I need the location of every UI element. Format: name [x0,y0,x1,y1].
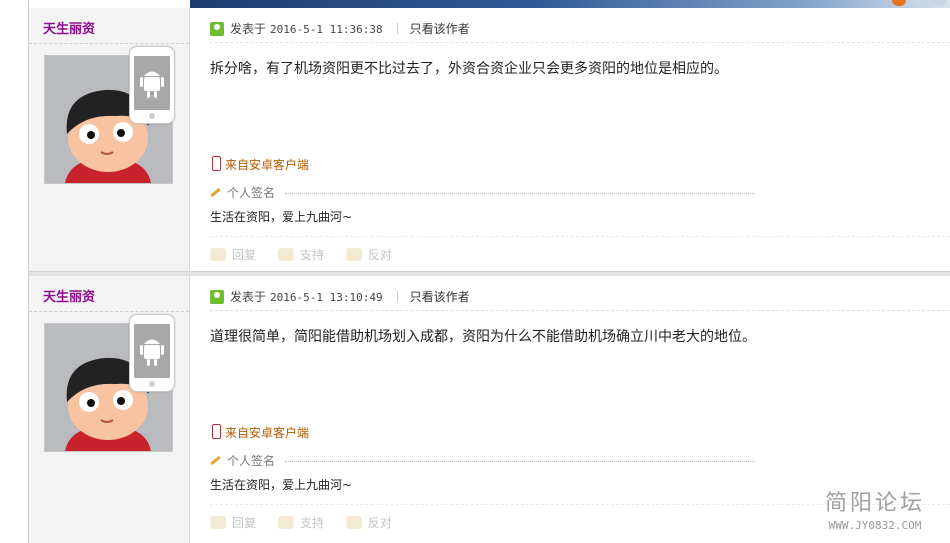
post-author-sidebar: 天生丽资 [29,8,190,272]
device-source-link[interactable]: 来自安卓客户端 [212,156,309,173]
signature-text: 生活在资阳，爱上九曲河~ [210,478,353,492]
watermark-title: 简阳论坛 [824,491,925,516]
thumbs-down-icon [345,248,362,261]
signature-divider [285,461,755,462]
signature-header: 个人签名 [210,184,275,201]
post-time: 2016-5-1 11:36:38 [270,23,383,36]
support-button[interactable]: 支持 [277,246,324,263]
reply-icon [210,248,226,261]
oppose-button[interactable]: 反对 [345,246,392,263]
android-icon [140,71,164,98]
device-label: 来自安卓客户端 [225,158,310,172]
post-message: 道理很简单，简阳能借助机场划入成都，资阳为什么不能借助机场确立川中老大的地位。 [210,329,756,345]
thumbs-up-icon [277,248,294,261]
pencil-icon [210,187,221,198]
support-label: 支持 [299,516,324,530]
page-margin [0,0,28,543]
view-author-only-link[interactable]: 只看该作者 [410,290,470,304]
meta-divider-line [210,310,950,311]
android-badge [129,314,175,392]
meta-divider [396,291,398,302]
signature-header: 个人签名 [210,452,275,469]
meta-divider-line [210,42,950,43]
oppose-label: 反对 [367,248,392,262]
reply-button[interactable]: 回复 [210,514,256,531]
online-status-icon [210,22,224,36]
support-button[interactable]: 支持 [277,514,324,531]
signature-label: 个人签名 [227,454,276,468]
oppose-button[interactable]: 反对 [345,514,392,531]
watermark-url: WWW.JY0832.COM [828,519,922,532]
post-1: 天生丽资 发表于 2016-5-1 11:36:38 只看该作者 拆分啥，有了机… [29,8,950,272]
android-badge [129,46,175,124]
site-watermark: 简阳论坛 WWW.JY0832.COM [810,485,940,532]
support-label: 支持 [299,248,324,262]
online-status-icon [210,290,224,304]
reply-label: 回复 [232,516,257,530]
footer-divider [210,236,950,237]
post-actions: 回复 支持 反对 [210,246,410,263]
mobile-phone-icon [212,156,221,171]
pencil-icon [210,455,221,466]
post-actions: 回复 支持 反对 [210,514,410,531]
view-author-only-link[interactable]: 只看该作者 [410,22,470,36]
signature-text: 生活在资阳，爱上九曲河~ [210,210,353,224]
posted-label: 发表于 [230,290,267,304]
post-content: 发表于 2016-5-1 11:36:38 只看该作者 拆分啥，有了机场资阳更不比过… [190,8,950,272]
oppose-label: 反对 [367,516,392,530]
top-icons [880,0,950,8]
reply-label: 回复 [232,248,257,262]
author-username[interactable]: 天生丽资 [43,18,95,37]
post-time: 2016-5-1 13:10:49 [270,291,383,304]
post-author-sidebar: 天生丽资 [29,276,190,543]
post-message: 拆分啥，有了机场资阳更不比过去了，外资合资企业只会更多资阳的地位是相应的。 [210,61,728,77]
reply-button[interactable]: 回复 [210,246,256,263]
top-banner [190,0,950,8]
device-source-link[interactable]: 来自安卓客户端 [212,424,309,441]
sidebar-divider [29,311,189,312]
user-icon[interactable] [912,0,926,6]
reply-icon [210,516,226,529]
thumbs-down-icon [345,516,362,529]
posted-label: 发表于 [230,22,267,36]
device-label: 来自安卓客户端 [225,426,310,440]
post-meta: 发表于 2016-5-1 13:10:49 只看该作者 [210,288,470,304]
post-meta: 发表于 2016-5-1 11:36:38 只看该作者 [210,20,470,36]
android-icon [140,339,164,366]
signature-label: 个人签名 [227,186,276,200]
notify-icon[interactable] [892,0,906,6]
signature-divider [285,193,755,194]
author-username[interactable]: 天生丽资 [43,286,95,305]
mobile-phone-icon [212,424,221,439]
menu-icon[interactable] [932,0,946,6]
thumbs-up-icon [277,516,294,529]
sidebar-divider [29,43,189,44]
meta-divider [396,23,398,34]
